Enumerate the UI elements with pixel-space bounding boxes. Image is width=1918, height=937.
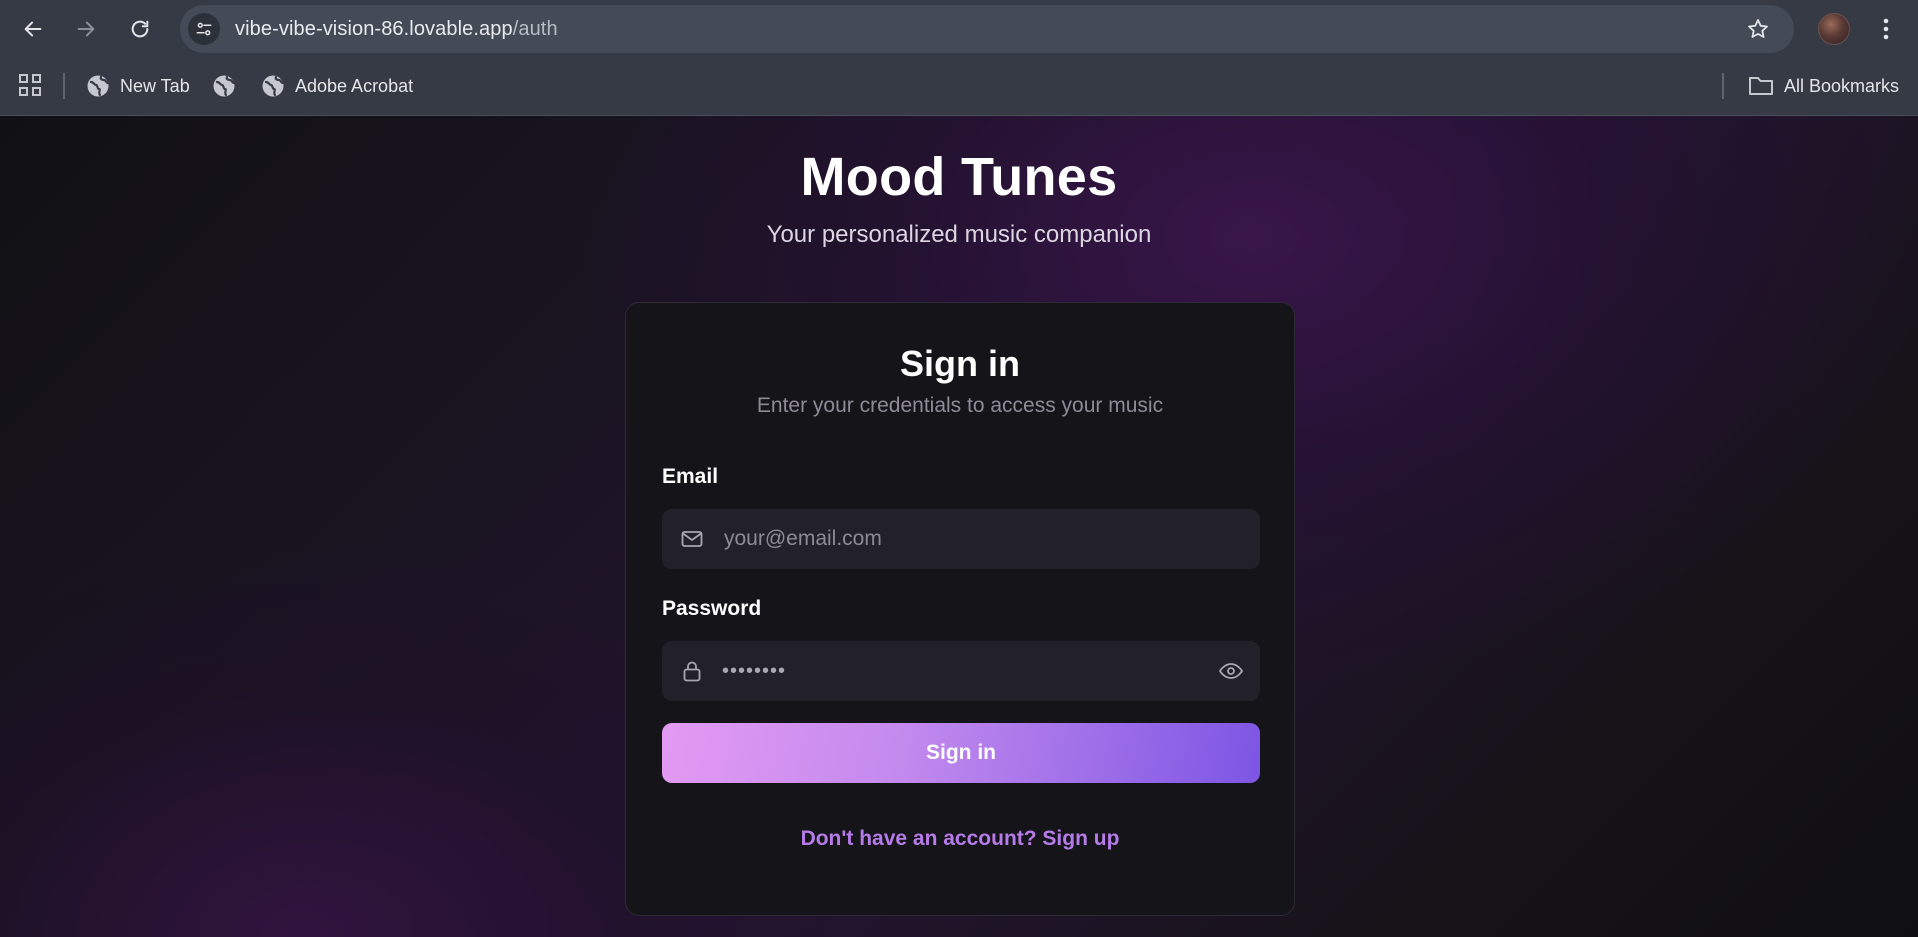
reload-icon [131, 20, 149, 38]
bookmark-untitled[interactable] [212, 69, 246, 103]
bookmarks-bar: New Tab Adobe Acrobat All Bookmarks [0, 57, 1918, 115]
arrow-left-icon [24, 21, 42, 37]
sign-in-title: Sign in [900, 343, 1020, 384]
password-input[interactable]: •••••••• [722, 660, 786, 683]
all-bookmarks-button[interactable]: All Bookmarks [1748, 69, 1899, 103]
lock-icon [683, 661, 701, 682]
address-bar[interactable]: vibe-vibe-vision-86.lovable.app/auth [180, 5, 1794, 53]
auth-page: Mood Tunes Your personalized music compa… [0, 116, 1918, 937]
bookmark-label: New Tab [120, 75, 190, 96]
bookmarks-divider [1722, 73, 1724, 99]
all-bookmarks-label: All Bookmarks [1784, 75, 1900, 96]
globe-icon [213, 75, 236, 97]
back-button[interactable] [13, 9, 53, 49]
sign-in-subtitle: Enter your credentials to access your mu… [756, 394, 1164, 417]
eye-icon[interactable] [1218, 659, 1244, 683]
globe-icon [262, 75, 285, 97]
sign-in-card: Sign in Enter your credentials to access… [625, 302, 1295, 916]
reload-button[interactable] [120, 9, 160, 49]
password-label: Password [662, 597, 762, 620]
folder-icon [1749, 77, 1773, 95]
more-vert-icon [1883, 18, 1889, 40]
email-field[interactable] [662, 509, 1260, 569]
forward-button[interactable] [66, 9, 106, 49]
bookmark-label: Adobe Acrobat [295, 75, 414, 96]
bookmarks-divider [63, 73, 65, 99]
app-subtitle: Your personalized music companion [766, 221, 1152, 248]
bookmark-adobe-acrobat[interactable]: Adobe Acrobat [261, 69, 413, 103]
sign-in-button[interactable]: Sign in [662, 723, 1260, 783]
arrow-right-icon [77, 21, 95, 37]
star-icon [1748, 19, 1768, 38]
tune-icon [196, 22, 212, 36]
globe-icon [87, 75, 110, 97]
url-host: vibe-vibe-vision-86.lovable.app [235, 18, 513, 40]
browser-menu-button[interactable] [1874, 13, 1898, 45]
password-field[interactable]: •••••••• [662, 641, 1260, 701]
url-path: /auth [512, 18, 558, 40]
sign-up-link[interactable]: Don't have an account? Sign up [626, 827, 1294, 851]
profile-avatar[interactable] [1818, 13, 1850, 45]
email-label: Email [662, 465, 719, 488]
mail-icon [681, 531, 703, 547]
browser-toolbar: vibe-vibe-vision-86.lovable.app/auth [0, 0, 1918, 57]
apps-grid-button[interactable] [18, 73, 42, 97]
app-title: Mood Tunes [800, 147, 1118, 207]
email-input[interactable] [722, 509, 1202, 569]
browser-chrome: vibe-vibe-vision-86.lovable.app/auth New… [0, 0, 1918, 116]
bookmark-star-button[interactable] [1742, 13, 1774, 45]
site-info-button[interactable] [188, 13, 220, 45]
apps-grid-icon [19, 74, 41, 96]
bookmark-new-tab[interactable]: New Tab [86, 69, 190, 103]
url-text[interactable]: vibe-vibe-vision-86.lovable.app/auth [235, 18, 558, 41]
